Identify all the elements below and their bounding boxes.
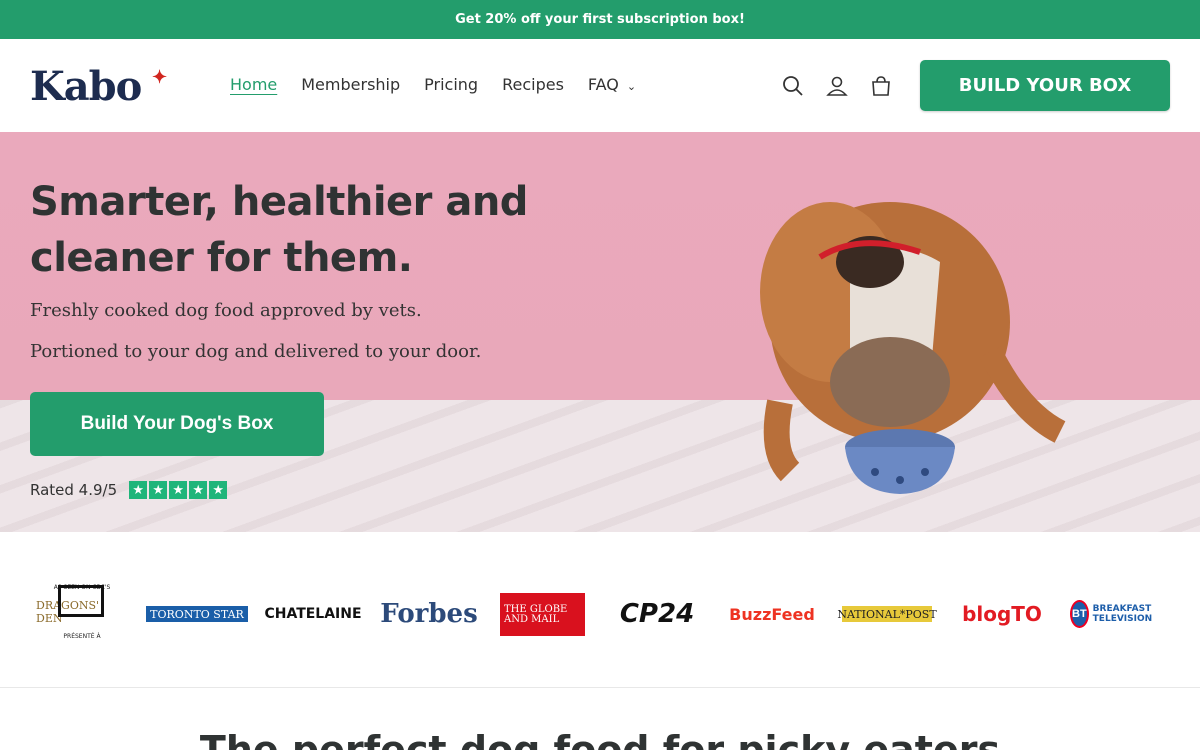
rating: Rated 4.9/5 ★ ★ ★ ★ ★ xyxy=(30,481,228,499)
section-heading: The perfect dog food for picky eaters xyxy=(199,728,1001,750)
search-icon[interactable] xyxy=(782,75,804,97)
nav-faq-label: FAQ xyxy=(587,75,619,94)
chatelaine-logo: CHATELAINE xyxy=(264,606,362,622)
national-post-logo: NATIONAL*POST xyxy=(837,606,937,622)
star-icon: ★ xyxy=(209,481,228,499)
hero-subtitle-line1: Freshly cooked dog food approved by vets… xyxy=(30,300,422,321)
site-header: Kabo ✦ Home Membership Pricing Recipes F… xyxy=(0,39,1200,132)
logo-text: Kabo xyxy=(30,63,142,110)
dragons-den-bottom: PRÉSENTÉ À xyxy=(63,633,101,640)
star-icon: ★ xyxy=(189,481,208,499)
star-icon: ★ xyxy=(129,481,148,499)
globe-and-mail-logo: THE GLOBE AND MAIL xyxy=(500,593,585,636)
star-icon: ★ xyxy=(169,481,188,499)
nav-home[interactable]: Home xyxy=(230,75,277,94)
dragons-den-emblem xyxy=(58,585,104,617)
announcement-text: Get 20% off your first subscription box! xyxy=(455,12,745,27)
bt-badge: BT xyxy=(1070,600,1089,628)
build-your-box-button[interactable]: BUILD YOUR BOX xyxy=(920,60,1170,111)
rating-text: Rated 4.9/5 xyxy=(30,481,118,499)
cart-icon[interactable] xyxy=(870,75,892,97)
nav-membership[interactable]: Membership xyxy=(301,75,400,94)
nav-faq[interactable]: FAQ ⌄ xyxy=(588,75,636,94)
hero-subtitle-line2: Portioned to your dog and delivered to y… xyxy=(30,341,482,362)
breakfast-television-logo: BT BREAKFAST TELEVISION xyxy=(1070,592,1166,636)
cp24-logo: CP24 xyxy=(619,599,695,629)
account-icon[interactable] xyxy=(826,75,848,97)
buzzfeed-logo: BuzzFeed xyxy=(729,604,815,624)
toronto-star-logo: TORONTO STAR xyxy=(146,606,248,622)
bt-text: BREAKFAST TELEVISION xyxy=(1092,604,1153,624)
trustpilot-stars[interactable]: ★ ★ ★ ★ ★ xyxy=(129,481,228,499)
main-nav: Home Membership Pricing Recipes FAQ ⌄ xyxy=(230,75,636,94)
hero-section: Smarter, healthier and cleaner for them.… xyxy=(0,132,1200,532)
hero-title: Smarter, healthier and cleaner for them. xyxy=(30,179,528,281)
dragons-den-logo: AS SEEN ON CBC'S DRAGONS' DEN PRÉSENTÉ À xyxy=(36,572,128,652)
header-icons xyxy=(782,75,892,97)
blogto-logo: blogTO xyxy=(962,602,1042,626)
chevron-down-icon: ⌄ xyxy=(626,80,637,93)
nav-recipes[interactable]: Recipes xyxy=(502,75,564,94)
nav-pricing[interactable]: Pricing xyxy=(424,75,478,94)
star-icon: ★ xyxy=(149,481,168,499)
bulldog-image xyxy=(760,202,1066,494)
dragons-den-name: DRAGONS' DEN xyxy=(36,585,128,625)
press-logos: AS SEEN ON CBC'S DRAGONS' DEN PRÉSENTÉ À… xyxy=(0,532,1200,688)
announcement-bar: Get 20% off your first subscription box! xyxy=(0,0,1200,39)
logo[interactable]: Kabo ✦ xyxy=(30,63,167,110)
maple-leaf-icon: ✦ xyxy=(152,67,167,88)
forbes-logo: Forbes xyxy=(380,599,478,629)
build-dogs-box-button[interactable]: Build Your Dog's Box xyxy=(30,392,324,456)
